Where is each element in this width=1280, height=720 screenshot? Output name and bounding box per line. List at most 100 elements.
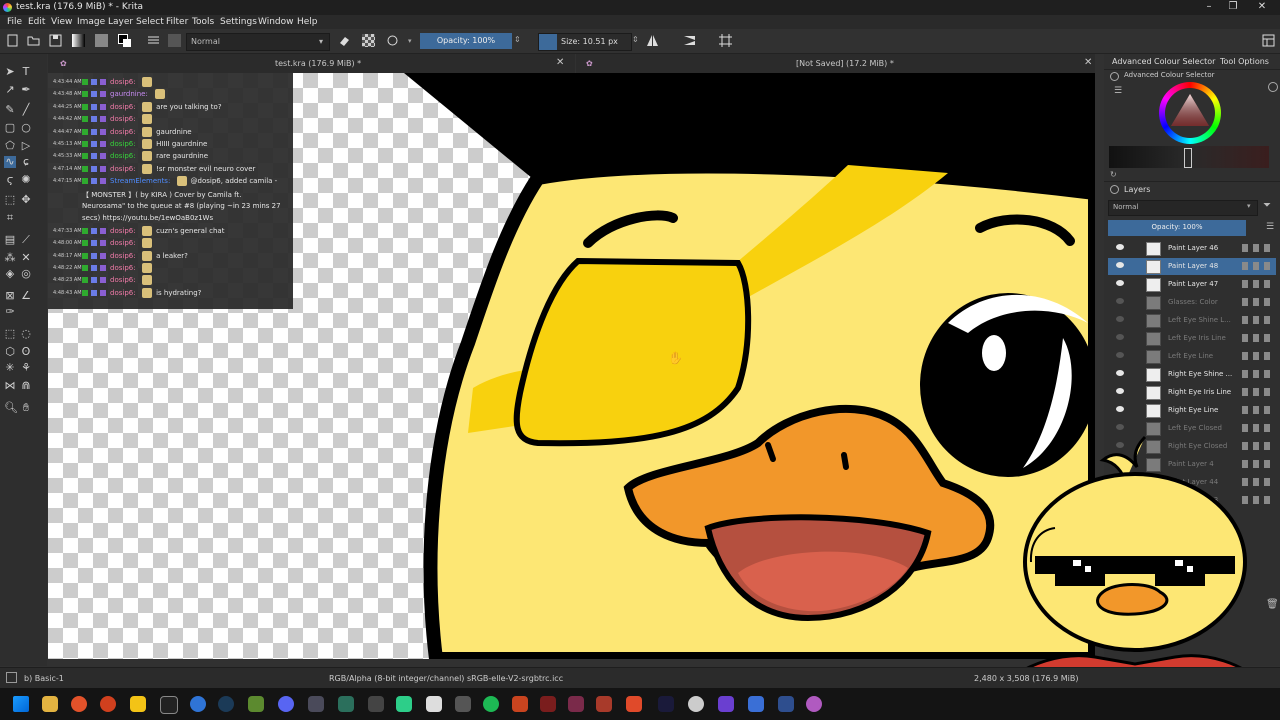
layer-lock-alpha-icons[interactable]: [1242, 244, 1272, 252]
layer-blend-select[interactable]: Normal ▾: [1108, 200, 1258, 216]
colour-settings-icon[interactable]: [1268, 82, 1278, 92]
menu-edit[interactable]: Edit: [28, 17, 45, 27]
menu-image[interactable]: Image: [77, 17, 105, 27]
windows-start-icon[interactable]: [13, 696, 29, 712]
file-explorer-icon[interactable]: [42, 696, 58, 712]
assistant-tool-icon[interactable]: ⊠: [4, 290, 16, 302]
docker-settings-icon[interactable]: [1110, 72, 1119, 81]
workspace-icon[interactable]: [1262, 34, 1275, 47]
pan-tool-icon[interactable]: ✋︎: [20, 402, 32, 414]
elliptical-selection-icon[interactable]: ◌: [20, 328, 32, 340]
mirror-horizontal-icon[interactable]: [646, 34, 659, 47]
app-icon[interactable]: [658, 696, 674, 712]
app-icon[interactable]: [718, 696, 734, 712]
contiguous-selection-icon[interactable]: ✳: [4, 362, 16, 374]
calligraphy-tool-icon[interactable]: ✒: [20, 84, 32, 96]
layer-row[interactable]: Paint Layer 46: [1108, 240, 1276, 257]
close-tab-icon[interactable]: ✕: [556, 57, 564, 68]
colorize-mask-tool-icon[interactable]: ⁂: [4, 252, 16, 264]
app-icon[interactable]: [130, 696, 146, 712]
transform-tool-icon[interactable]: ⬚: [4, 194, 16, 206]
menu-file[interactable]: File: [7, 17, 22, 27]
visibility-eye-icon[interactable]: [1116, 316, 1124, 322]
visibility-eye-icon[interactable]: [1116, 388, 1124, 394]
layer-opacity-slider[interactable]: Opacity: 100%: [1108, 220, 1246, 236]
menu-layer[interactable]: Layer: [108, 17, 133, 27]
brush-tool-icon[interactable]: ✎: [4, 104, 16, 116]
menu-select[interactable]: Select: [136, 17, 164, 27]
layer-lock-alpha-icons[interactable]: [1242, 262, 1272, 270]
reload-preset-icon[interactable]: [386, 34, 399, 47]
app-icon[interactable]: [568, 696, 584, 712]
edit-shapes-tool-icon[interactable]: ↗: [4, 84, 16, 96]
polygonal-selection-icon[interactable]: ⬡: [4, 346, 16, 358]
brave-browser-icon[interactable]: [71, 696, 87, 712]
layer-lock-alpha-icons[interactable]: [1242, 388, 1272, 396]
visibility-eye-icon[interactable]: [1116, 352, 1124, 358]
text-tool-icon[interactable]: T: [20, 66, 32, 78]
gradient-tool-icon[interactable]: ▤: [4, 234, 16, 246]
visibility-eye-icon[interactable]: [1116, 262, 1124, 268]
tab-not-saved[interactable]: [Not Saved] (17.2 MiB) * ✿ ✕: [576, 54, 1095, 73]
menu-tools[interactable]: Tools: [192, 17, 214, 27]
opacity-slider[interactable]: Opacity: 100%: [420, 33, 512, 49]
menu-window[interactable]: Window: [258, 17, 294, 27]
layer-lock-alpha-icons[interactable]: [1242, 298, 1272, 306]
move-tool-icon[interactable]: ✥: [20, 194, 32, 206]
eraser-icon[interactable]: [338, 34, 351, 47]
visibility-eye-icon[interactable]: [1116, 244, 1124, 250]
app-icon[interactable]: [396, 696, 412, 712]
ellipse-tool-icon[interactable]: ○: [20, 122, 32, 134]
opacity-spin-icon[interactable]: ⇕: [514, 35, 521, 44]
app-icon[interactable]: [688, 696, 704, 712]
similar-selection-icon[interactable]: ⚘: [20, 362, 32, 374]
filter-icon[interactable]: ⏷: [1263, 200, 1271, 211]
app-icon[interactable]: [190, 696, 206, 712]
colour-history-handle[interactable]: [1184, 148, 1192, 168]
krita-taskbar-icon[interactable]: [806, 696, 822, 712]
menu-view[interactable]: View: [51, 17, 72, 27]
epic-games-icon[interactable]: [160, 696, 178, 714]
app-icon[interactable]: [596, 696, 612, 712]
menu-filter[interactable]: Filter: [166, 17, 188, 27]
layer-row[interactable]: Right Eye Line: [1108, 402, 1276, 419]
layer-row[interactable]: Right Eye Iris Line: [1108, 384, 1276, 401]
status-color-space[interactable]: RGB/Alpha (8-bit integer/channel) sRGB-e…: [329, 674, 563, 683]
smart-patch-tool-icon[interactable]: ✕: [20, 252, 32, 264]
polyline-tool-icon[interactable]: ▷: [20, 140, 32, 152]
preserve-alpha-icon[interactable]: [362, 34, 375, 47]
mirror-vertical-icon[interactable]: [683, 34, 696, 47]
minecraft-icon[interactable]: [248, 696, 264, 712]
bezier-selection-icon[interactable]: ⋈: [4, 380, 16, 392]
blend-mode-select[interactable]: Normal ▾: [186, 33, 330, 51]
app-icon[interactable]: [308, 696, 324, 712]
layer-row[interactable]: Left Eye Line: [1108, 348, 1276, 365]
rectangular-selection-icon[interactable]: ⬚: [4, 328, 16, 340]
chevron-down-icon[interactable]: ▾: [408, 37, 412, 45]
maximize-button[interactable]: ❐: [1221, 1, 1245, 14]
layer-lock-alpha-icons[interactable]: [1242, 370, 1272, 378]
layer-row[interactable]: Left Eye Iris Line: [1108, 330, 1276, 347]
visibility-eye-icon[interactable]: [1116, 334, 1124, 340]
measure-tool-icon[interactable]: ∠: [20, 290, 32, 302]
app-icon[interactable]: [512, 696, 528, 712]
app-icon[interactable]: [338, 696, 354, 712]
multibrush-tool-icon[interactable]: ✺: [20, 174, 32, 186]
enclose-fill-tool-icon[interactable]: ◎: [20, 268, 32, 280]
colour-wheel[interactable]: [1159, 82, 1221, 144]
close-tab-icon[interactable]: ✕: [1084, 57, 1092, 68]
layer-lock-alpha-icons[interactable]: [1242, 334, 1272, 342]
rectangle-tool-icon[interactable]: ▢: [4, 122, 16, 134]
layer-row[interactable]: Right Eye Shine ...: [1108, 366, 1276, 383]
app-icon[interactable]: [368, 696, 384, 712]
brush-size-slider[interactable]: Size: 10.51 px: [538, 33, 632, 51]
app-icon[interactable]: [626, 696, 642, 712]
delete-layer-icon[interactable]: 🗑︎: [1266, 599, 1279, 610]
layer-row[interactable]: Glasses: Color: [1108, 294, 1276, 311]
app-icon[interactable]: [426, 696, 442, 712]
polygon-tool-icon[interactable]: ⬠: [4, 140, 16, 152]
brush-preset-icon[interactable]: [168, 34, 181, 47]
menu-settings[interactable]: Settings: [220, 17, 257, 27]
app-icon[interactable]: [455, 696, 471, 712]
select-shapes-tool-icon[interactable]: ➤: [4, 66, 16, 78]
